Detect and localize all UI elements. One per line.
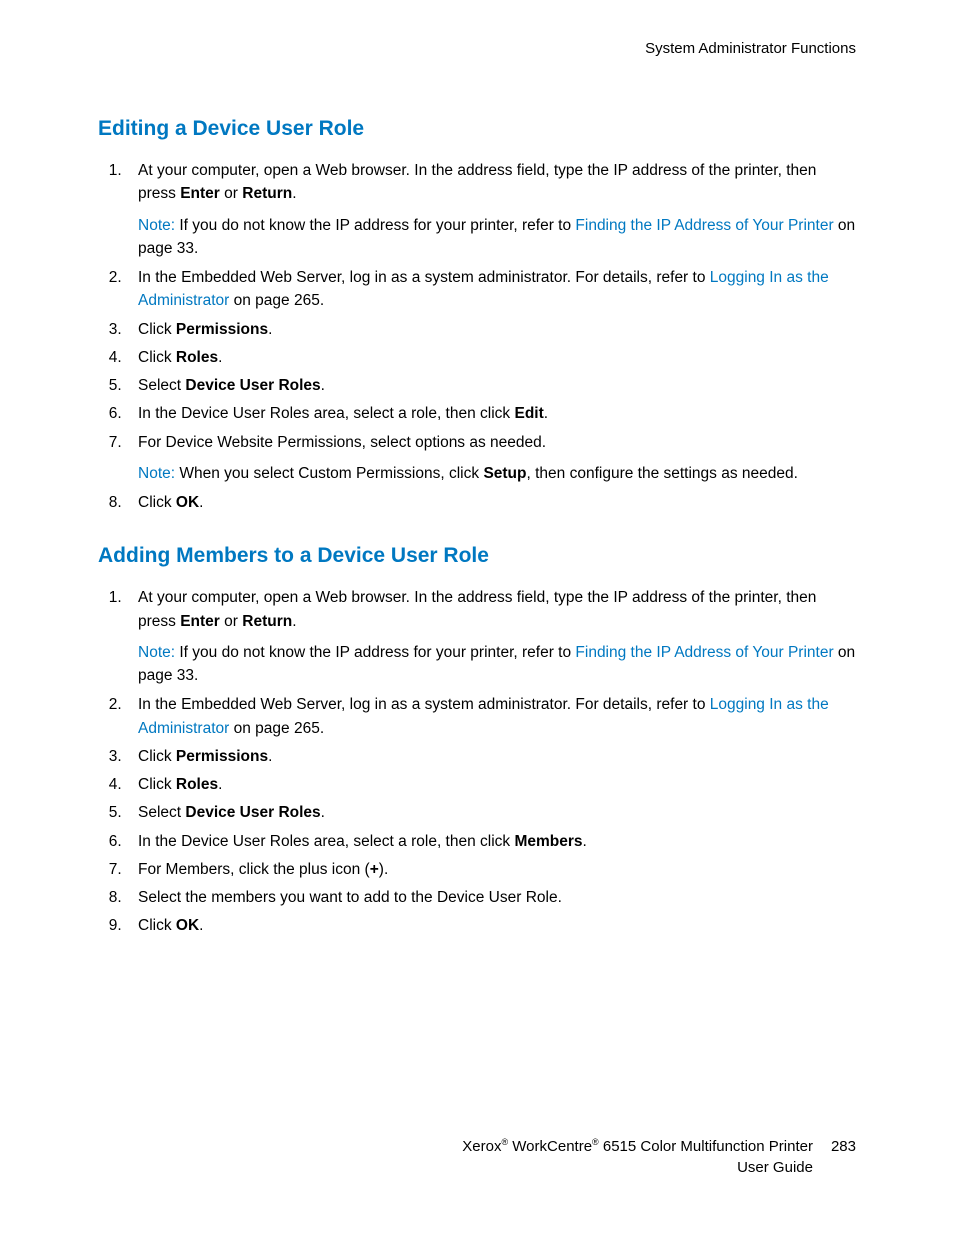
step-item: At your computer, open a Web browser. In… (126, 586, 856, 687)
note-bold: Setup (483, 465, 526, 482)
step-text: Click (138, 776, 176, 793)
step-text: Select (138, 377, 185, 394)
section-heading-adding: Adding Members to a Device User Role (98, 544, 856, 568)
step-text: or (220, 613, 242, 630)
step-text: . (544, 405, 548, 422)
step-bold: Permissions (176, 321, 268, 338)
step-text: . (583, 833, 587, 850)
step-text: Click (138, 494, 176, 511)
step-item: Click OK. (126, 914, 856, 937)
step-bold: Return (242, 185, 292, 202)
page-footer: Xerox® WorkCentre® 6515 Color Multifunct… (462, 1136, 856, 1180)
step-bold: Edit (514, 405, 543, 422)
page-number: 283 (831, 1136, 856, 1158)
step-text: . (199, 494, 203, 511)
step-text: . (199, 917, 203, 934)
step-bold: + (370, 861, 379, 878)
registered-icon: ® (592, 1137, 599, 1147)
step-text: Select (138, 804, 185, 821)
step-text: . (321, 377, 325, 394)
note-text: , then configure the settings as needed. (527, 465, 798, 482)
step-text: Click (138, 349, 176, 366)
step-item: Click Roles. (126, 346, 856, 369)
step-text: Click (138, 321, 176, 338)
note-block: Note: When you select Custom Permissions… (138, 462, 856, 485)
step-text: In the Embedded Web Server, log in as a … (138, 269, 710, 286)
step-bold: Members (514, 833, 582, 850)
steps-list-editing: At your computer, open a Web browser. In… (98, 159, 856, 514)
step-bold: Roles (176, 776, 218, 793)
step-item: In the Embedded Web Server, log in as a … (126, 266, 856, 313)
step-bold: OK (176, 494, 199, 511)
step-bold: Enter (180, 613, 220, 630)
step-text: . (292, 185, 296, 202)
link-finding-ip[interactable]: Finding the IP Address of Your Printer (575, 217, 833, 234)
step-item: In the Device User Roles area, select a … (126, 830, 856, 853)
footer-text: 6515 Color Multifunction Printer (599, 1138, 813, 1155)
note-text: If you do not know the IP address for yo… (179, 644, 575, 661)
step-text: For Members, click the plus icon ( (138, 861, 370, 878)
step-text: Select the members you want to add to th… (138, 889, 562, 906)
step-text: on page 265. (229, 292, 324, 309)
step-item: Select Device User Roles. (126, 374, 856, 397)
steps-list-adding: At your computer, open a Web browser. In… (98, 586, 856, 937)
header-section-name: System Administrator Functions (98, 40, 856, 57)
note-block: Note: If you do not know the IP address … (138, 214, 856, 261)
footer-text: User Guide (737, 1159, 813, 1176)
step-bold: Roles (176, 349, 218, 366)
step-bold: OK (176, 917, 199, 934)
step-item: For Members, click the plus icon (+). (126, 858, 856, 881)
link-finding-ip[interactable]: Finding the IP Address of Your Printer (575, 644, 833, 661)
step-text: In the Device User Roles area, select a … (138, 405, 514, 422)
step-text: Click (138, 748, 176, 765)
step-text: ). (379, 861, 388, 878)
note-label: Note: (138, 465, 179, 482)
footer-text: Xerox (462, 1138, 501, 1155)
step-bold: Device User Roles (185, 804, 320, 821)
step-item: In the Device User Roles area, select a … (126, 402, 856, 425)
note-label: Note: (138, 644, 179, 661)
step-text: . (268, 748, 272, 765)
step-item: For Device Website Permissions, select o… (126, 431, 856, 486)
step-item: Select Device User Roles. (126, 801, 856, 824)
step-text: . (268, 321, 272, 338)
step-item: Click Roles. (126, 773, 856, 796)
step-bold: Permissions (176, 748, 268, 765)
step-text: or (220, 185, 242, 202)
section-heading-editing: Editing a Device User Role (98, 117, 856, 141)
step-item: Click Permissions. (126, 318, 856, 341)
step-text: . (292, 613, 296, 630)
step-item: Click OK. (126, 491, 856, 514)
step-text: In the Embedded Web Server, log in as a … (138, 696, 710, 713)
step-item: In the Embedded Web Server, log in as a … (126, 693, 856, 740)
step-text: . (321, 804, 325, 821)
step-item: Click Permissions. (126, 745, 856, 768)
step-text: . (218, 349, 222, 366)
step-bold: Device User Roles (185, 377, 320, 394)
footer-guide-line: User Guide283 (462, 1157, 856, 1179)
step-item: Select the members you want to add to th… (126, 886, 856, 909)
step-text: on page 265. (229, 720, 324, 737)
note-text: When you select Custom Permissions, clic… (179, 465, 483, 482)
step-text: Click (138, 917, 176, 934)
document-page: System Administrator Functions Editing a… (0, 0, 954, 938)
footer-text: WorkCentre (508, 1138, 592, 1155)
note-label: Note: (138, 217, 179, 234)
step-bold: Return (242, 613, 292, 630)
note-block: Note: If you do not know the IP address … (138, 641, 856, 688)
footer-product-line: Xerox® WorkCentre® 6515 Color Multifunct… (462, 1136, 856, 1158)
note-text: If you do not know the IP address for yo… (179, 217, 575, 234)
step-item: At your computer, open a Web browser. In… (126, 159, 856, 260)
step-text: For Device Website Permissions, select o… (138, 434, 546, 451)
step-bold: Enter (180, 185, 220, 202)
step-text: In the Device User Roles area, select a … (138, 833, 514, 850)
step-text: . (218, 776, 222, 793)
